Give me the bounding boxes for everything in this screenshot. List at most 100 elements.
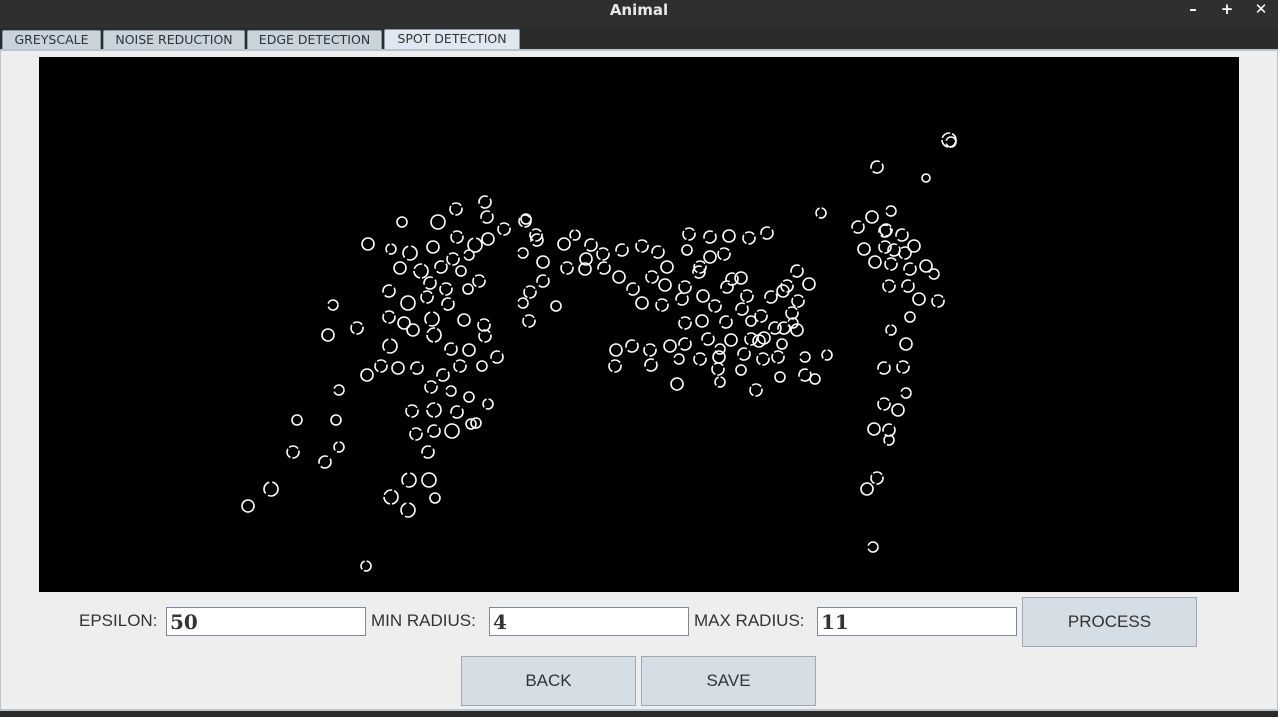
detected-spot [241,499,255,513]
detected-spot [903,262,917,276]
detected-spot [651,245,665,259]
detected-spot [681,244,693,256]
detected-spot [735,302,749,316]
detected-spot [450,405,464,419]
detected-spot [921,173,931,183]
min-radius-input[interactable] [489,607,689,636]
detected-spot [480,210,494,224]
save-button[interactable]: SAVE [641,656,816,706]
detected-spot [421,445,435,459]
tab-noise-reduction[interactable]: NOISE REDUCTION [103,30,245,50]
detected-spot [361,237,375,251]
detected-spot [870,471,884,485]
detected-spot [717,247,731,261]
detected-spot [703,250,717,264]
detected-spot [744,332,758,346]
detected-spot [658,278,672,292]
detected-spot [898,246,912,260]
detected-spot [374,359,388,373]
detected-spot [673,353,685,365]
detected-spot [885,205,897,217]
detected-spot [383,489,399,505]
detected-spot [798,368,812,382]
detected-spot [536,255,550,269]
detected-spot [523,285,537,299]
window-bottom-edge [0,711,1278,717]
detected-spot [350,321,364,335]
minimize-icon[interactable]: – [1181,0,1205,20]
detected-spot [434,260,448,274]
detected-spot [815,207,827,219]
tab-edge-detection[interactable]: EDGE DETECTION [247,30,382,50]
detected-spot [749,383,763,397]
detected-spot [635,239,649,253]
detected-spot [429,492,441,504]
detected-spot [393,261,407,275]
detected-spot [382,310,396,324]
detected-spot [635,296,649,310]
detected-spot [645,270,659,284]
detected-spot [450,230,464,244]
detected-spot [776,338,788,350]
detected-spot [670,377,684,391]
detected-spot [584,238,598,252]
detected-spot [522,314,536,328]
detected-spot [774,371,786,383]
detected-spot [734,271,748,285]
detected-spot [426,327,442,343]
detected-spot [724,333,738,347]
detected-spot [626,282,640,296]
detected-spot [441,297,455,311]
detected-spot [790,264,804,278]
detected-spot [867,541,879,553]
detected-spot [439,282,453,296]
detected-spot [400,295,416,311]
detected-spot [703,230,717,244]
maximize-icon[interactable]: + [1215,0,1239,20]
detected-spot [756,352,770,366]
detected-spot [799,351,811,363]
detected-spot [678,280,692,294]
detected-spot [457,313,471,327]
detected-spot [360,560,372,572]
detected-spot [821,349,833,361]
detected-spot [809,373,821,385]
detected-spot [569,229,581,241]
detected-spot [330,414,342,426]
detected-spot [406,323,420,337]
detected-spot [720,280,734,294]
epsilon-input[interactable] [166,607,366,636]
detected-spot [714,376,726,388]
detected-spot [708,299,722,313]
tab-strip: GREYSCALE NOISE REDUCTION EDGE DETECTION… [0,29,1278,50]
max-radius-input[interactable] [817,607,1017,636]
detected-spot [449,202,463,216]
detected-spot [945,136,957,148]
max-radius-label: MAX RADIUS: [694,611,805,630]
detected-spot [740,289,754,303]
detected-spot [472,274,486,288]
detected-spot [445,385,457,397]
detected-spot [321,328,335,342]
detected-spot [896,360,910,374]
detected-spot [714,343,726,355]
detected-spot [678,337,692,351]
detected-spot [482,398,494,410]
detected-spot [696,289,710,303]
detected-spot [882,279,896,293]
detected-spot [865,210,879,224]
detected-spot [478,329,492,343]
detected-spot [884,257,898,271]
detected-spot [931,294,945,308]
detected-spot [870,160,884,174]
tab-greyscale[interactable]: GREYSCALE [2,30,101,50]
detected-spot [868,255,882,269]
detected-spot [481,232,495,246]
close-icon[interactable]: ✕ [1249,0,1273,20]
tab-spot-detection[interactable]: SPOT DETECTION [384,29,520,50]
process-button[interactable]: PROCESS [1022,597,1197,647]
detected-spot [462,343,476,357]
detected-spot [899,337,913,351]
detected-spot [430,214,446,230]
back-button[interactable]: BACK [461,656,636,706]
